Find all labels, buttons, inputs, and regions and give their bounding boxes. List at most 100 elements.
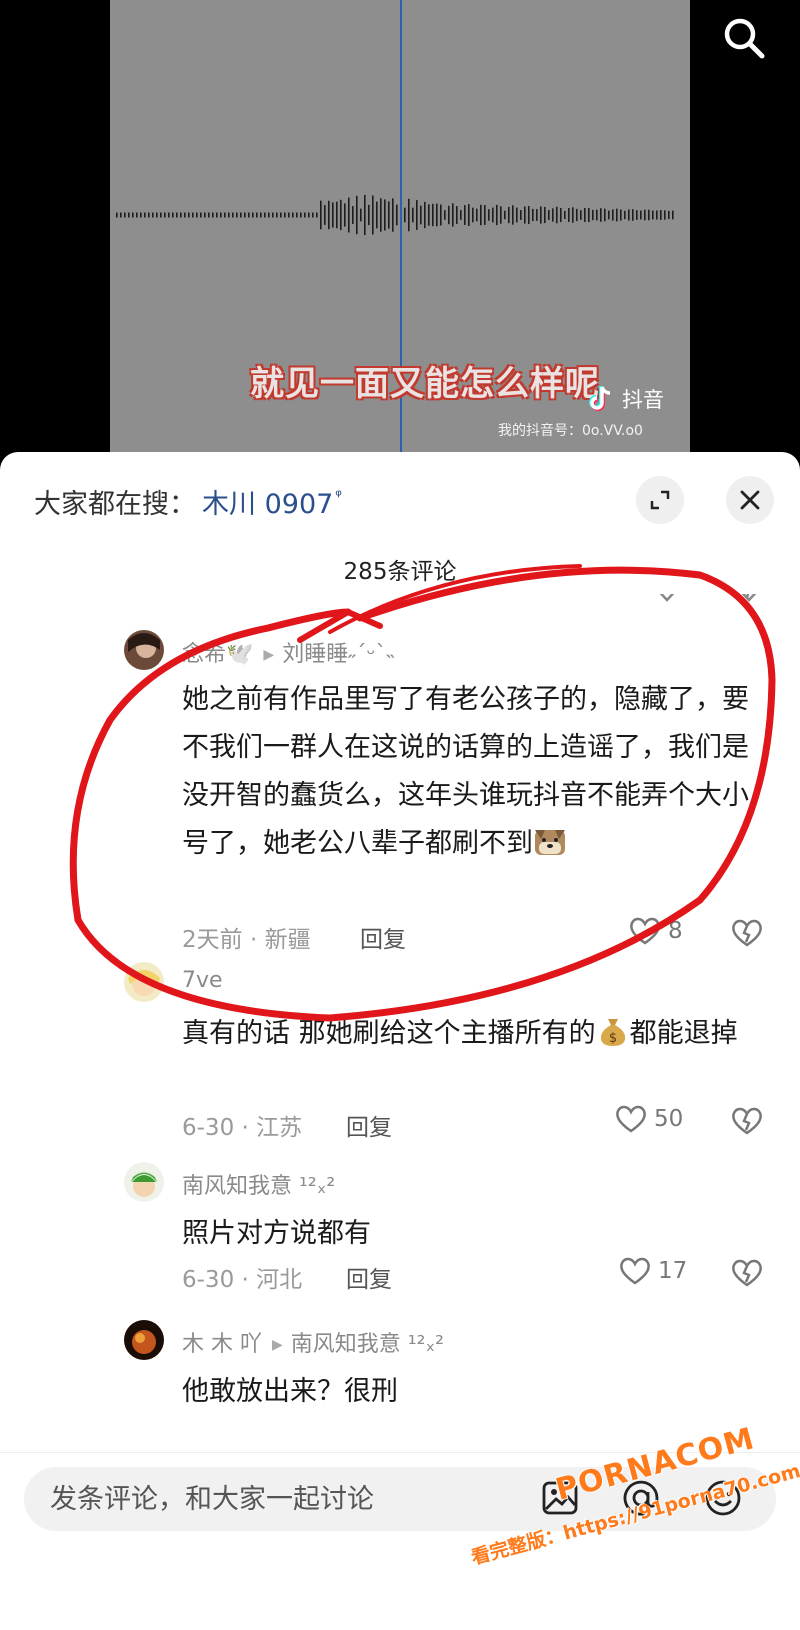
waveform-bar bbox=[220, 212, 222, 218]
waveform-bar bbox=[404, 207, 406, 223]
dislike-icon[interactable] bbox=[730, 1106, 764, 1136]
waveform-bar bbox=[376, 201, 378, 229]
like-button[interactable]: 50 bbox=[614, 1104, 683, 1134]
waveform-bar bbox=[324, 205, 326, 225]
close-button[interactable] bbox=[726, 476, 774, 524]
dislike-icon[interactable] bbox=[730, 918, 764, 948]
image-icon[interactable] bbox=[542, 1481, 578, 1515]
comment-input[interactable] bbox=[24, 1467, 776, 1531]
waveform-bar bbox=[348, 197, 350, 233]
emoji-icon[interactable] bbox=[704, 1479, 742, 1517]
douyin-logo-icon bbox=[589, 386, 611, 411]
waveform-bar bbox=[456, 206, 458, 224]
hot-search-term[interactable]: 木川 0907 bbox=[202, 482, 333, 521]
comment-username[interactable]: 南风知我意 ¹²ₓ² bbox=[182, 1168, 335, 1200]
waveform-bar bbox=[328, 200, 330, 230]
waveform-bar bbox=[600, 208, 602, 222]
heart-icon bbox=[616, 1105, 646, 1133]
waveform-bar bbox=[296, 212, 298, 218]
reply-arrow-icon: ▶ bbox=[263, 647, 275, 663]
search-icon[interactable] bbox=[720, 14, 768, 62]
heart-icon bbox=[620, 1257, 650, 1285]
comment-username[interactable]: 木 木 吖 ▶ 南风知我意 ¹²ₓ² bbox=[182, 1326, 444, 1358]
waveform-bar bbox=[280, 212, 282, 218]
waveform-bar bbox=[244, 212, 246, 218]
comment-meta: 6-30 · 河北 bbox=[182, 1267, 303, 1293]
waveform-bar bbox=[432, 203, 434, 227]
douyin-brand: 抖音 bbox=[586, 384, 664, 414]
reply-button[interactable]: 回复 bbox=[346, 1108, 392, 1142]
douyin-id: 我的抖音号：0o.VV.o0 bbox=[498, 423, 643, 439]
avatar[interactable] bbox=[124, 962, 164, 1002]
comment-sheet: 大家都在搜： 木川 0907 ᵠ 285条评论 念希🕊️ ▶ 刘睡睡˶ˊᵕˋ˵ 她之… bbox=[0, 452, 800, 1630]
video-subtitle: 就见一面又能怎么样呢 bbox=[250, 364, 600, 404]
video-player[interactable]: 就见一面又能怎么样呢 抖音 我的抖音号：0o.VV.o0 bbox=[0, 0, 800, 470]
like-count: 17 bbox=[658, 1258, 688, 1284]
waveform-bar bbox=[672, 210, 674, 220]
waveform-bar bbox=[452, 203, 454, 227]
like-button[interactable]: 17 bbox=[618, 1256, 687, 1286]
reply-arrow-icon: ▶ bbox=[272, 1337, 283, 1353]
waveform-bar bbox=[316, 212, 318, 218]
waveform-bar bbox=[636, 210, 638, 220]
reply-button[interactable]: 回复 bbox=[346, 1260, 392, 1294]
waveform-bar bbox=[664, 210, 666, 220]
bottom-safe-area bbox=[0, 1542, 800, 1630]
waveform-bar bbox=[140, 212, 142, 218]
hot-search-bar[interactable]: 大家都在搜： 木川 0907 ᵠ bbox=[34, 482, 342, 521]
waveform-bar bbox=[564, 210, 566, 220]
like-icon bbox=[659, 594, 675, 602]
comment-username[interactable]: 7ve bbox=[182, 968, 223, 993]
waveform-bar bbox=[644, 209, 646, 221]
waveform-bar bbox=[668, 210, 670, 220]
waveform-bar bbox=[164, 212, 166, 218]
waveform-bar bbox=[580, 210, 582, 220]
waveform-bar bbox=[276, 212, 278, 218]
waveform-bar bbox=[204, 212, 206, 218]
dislike-icon[interactable] bbox=[730, 1258, 764, 1288]
waveform-bar bbox=[144, 212, 146, 218]
like-button[interactable]: 8 bbox=[628, 916, 683, 946]
comment-username[interactable]: 念希🕊️ ▶ 刘睡睡˶ˊᵕˋ˵ bbox=[182, 636, 394, 668]
waveform-bar bbox=[356, 195, 358, 235]
avatar[interactable] bbox=[124, 630, 164, 670]
waveform-bar bbox=[168, 212, 170, 218]
waveform-bar bbox=[248, 212, 250, 218]
waveform-bar bbox=[252, 212, 254, 218]
dislike-icon bbox=[741, 594, 757, 602]
waveform-bar bbox=[568, 208, 570, 222]
waveform-bar bbox=[228, 212, 230, 218]
waveform-bar bbox=[488, 209, 490, 221]
reply-to-username[interactable]: 南风知我意 ¹²ₓ² bbox=[291, 1332, 444, 1357]
waveform-bar bbox=[284, 212, 286, 218]
waveform-bar bbox=[500, 206, 502, 224]
waveform-bar bbox=[224, 212, 226, 218]
comment-text: 她之前有作品里写了有老公孩子的，隐藏了，要不我们一群人在这说的话算的上造谣了，我… bbox=[182, 684, 749, 859]
waveform-bar bbox=[620, 209, 622, 221]
waveform-bar bbox=[300, 212, 302, 218]
reply-to-username[interactable]: 刘睡睡˶ˊᵕˋ˵ bbox=[282, 642, 394, 667]
expand-button[interactable] bbox=[636, 476, 684, 524]
waveform-bar bbox=[596, 209, 598, 221]
waveform-bar bbox=[368, 204, 370, 226]
waveform-bar bbox=[516, 207, 518, 223]
avatar[interactable] bbox=[124, 1162, 164, 1202]
waveform-bar bbox=[472, 207, 474, 223]
waveform-bar bbox=[612, 209, 614, 221]
waveform-bar bbox=[556, 206, 558, 224]
waveform-bar bbox=[380, 198, 382, 232]
at-mention-icon[interactable] bbox=[622, 1479, 660, 1517]
avatar[interactable] bbox=[124, 1320, 164, 1360]
comment-text: 照片对方说都有 bbox=[182, 1218, 371, 1249]
waveform-bar bbox=[340, 199, 342, 231]
reply-button[interactable]: 回复 bbox=[360, 920, 406, 954]
waveform-bar bbox=[424, 201, 426, 229]
waveform-bar bbox=[544, 206, 546, 224]
waveform-bar bbox=[648, 209, 650, 221]
waveform-bar bbox=[536, 209, 538, 221]
waveform-bar bbox=[312, 212, 314, 218]
waveform-bar bbox=[160, 212, 162, 218]
comment-meta: 6-30 · 江苏 bbox=[182, 1115, 303, 1141]
waveform-bar bbox=[320, 200, 322, 230]
waveform-bar bbox=[264, 212, 266, 218]
